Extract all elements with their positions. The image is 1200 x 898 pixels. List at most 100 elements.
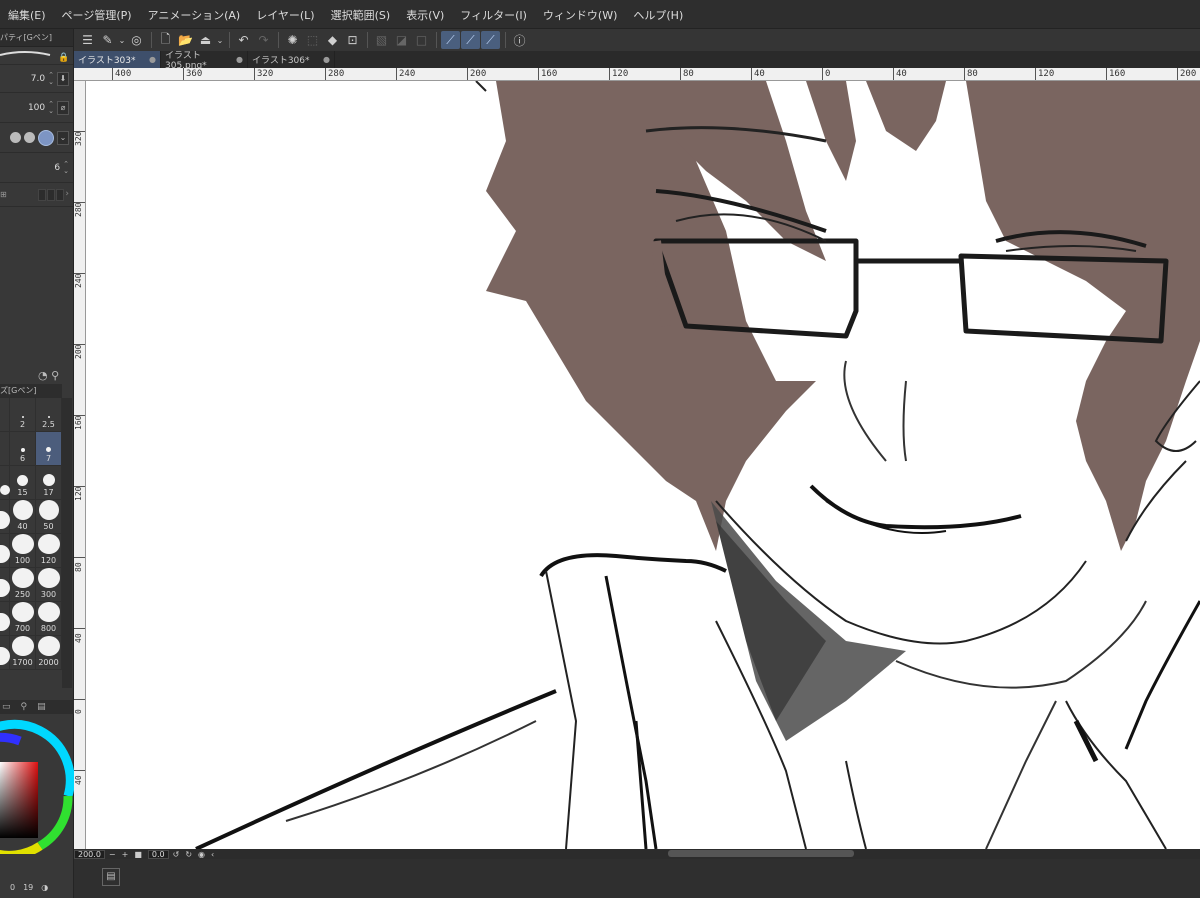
menu-bar: 編集(E) ページ管理(P) アニメーション(A) レイヤー(L) 選択範囲(S… (0, 0, 1200, 29)
color-mode-icon[interactable]: ◑ (41, 883, 48, 892)
color-value: 19 (23, 882, 34, 892)
brush-size-value[interactable]: 7.0 (31, 74, 45, 84)
opacity-row[interactable]: 100 ⌃ ⌄ ⌀ (0, 93, 73, 123)
close-icon[interactable]: ● (323, 55, 330, 64)
open-folder-icon[interactable]: 📂 (176, 31, 195, 49)
menu-selection[interactable]: 選択範囲(S) (323, 0, 399, 29)
menu-help[interactable]: ヘルプ(H) (625, 0, 691, 29)
brush-size-option[interactable]: 2.5 (36, 398, 62, 431)
opacity-value[interactable]: 100 (28, 103, 45, 113)
spinner-icon[interactable]: ⌃ ⌄ (48, 100, 54, 115)
spiral-icon[interactable]: ◎ (127, 31, 146, 49)
brush-size-option[interactable]: 300 (36, 568, 62, 601)
rotate-left-icon[interactable]: ↺ (173, 850, 180, 859)
stabilizer-1-icon[interactable]: ⟋ (441, 31, 460, 49)
menu-page-management[interactable]: ページ管理(P) (54, 0, 140, 29)
tab-illust-306[interactable]: イラスト306* ● (248, 51, 335, 68)
zoom-in-icon[interactable]: + (122, 850, 129, 859)
reset-rotation-icon[interactable]: ◉ (198, 850, 205, 859)
stabilizer-2-icon[interactable]: ⟋ (461, 31, 480, 49)
brush-panel-scrollbar[interactable] (62, 398, 72, 688)
brush-size-option[interactable]: 50 (36, 500, 62, 533)
tab-illust-305[interactable]: イラスト305.png* ● (161, 51, 248, 71)
loading-icon[interactable]: ✺ (283, 31, 302, 49)
stabilization-value[interactable]: 6 (54, 163, 60, 173)
zoom-field[interactable]: 200.0 (74, 849, 105, 859)
brush-size-option[interactable]: 250 (10, 568, 36, 601)
separator (367, 32, 368, 48)
crop-icon[interactable]: ⬚ (303, 31, 322, 49)
menu-layer[interactable]: レイヤー(L) (248, 0, 322, 29)
chevron-left-icon[interactable]: ‹ (211, 850, 214, 859)
opacity-pressure-icon[interactable]: ⌀ (57, 100, 69, 115)
antialias-low-icon[interactable] (24, 132, 35, 143)
close-icon[interactable]: ● (149, 55, 156, 64)
tab-label: イラスト306* (252, 56, 310, 66)
color-wheel-icon[interactable] (0, 716, 74, 854)
brush-size-option[interactable]: 2000 (36, 636, 62, 669)
chevron-down-icon[interactable]: ⌄ (216, 31, 224, 49)
chevron-down-icon[interactable]: ⌄ (57, 130, 69, 145)
brush-size-option[interactable]: 700 (10, 602, 36, 635)
pressure-icon[interactable]: ⬇ (57, 71, 69, 86)
menu-animation[interactable]: アニメーション(A) (140, 0, 249, 29)
brush-size-option[interactable]: 40 (10, 500, 36, 533)
brush-size-option[interactable]: 120 (36, 534, 62, 567)
help-icon[interactable]: ⓘ (510, 31, 529, 49)
drawing-canvas[interactable] (86, 81, 1200, 849)
settings-icon[interactable]: ◔ ⚲ (38, 369, 59, 382)
close-icon[interactable]: ● (236, 55, 243, 64)
antialias-medium-icon[interactable] (38, 129, 54, 146)
stabilizer-3-icon[interactable]: ⟋ (481, 31, 500, 49)
color-wheel[interactable] (0, 716, 74, 854)
brush-size-option[interactable]: 800 (36, 602, 62, 635)
brush-size-option[interactable]: 100 (10, 534, 36, 567)
fit-icon[interactable]: ■ (134, 850, 142, 859)
panel-toggle-icon[interactable]: ▤ (102, 868, 120, 886)
separator (278, 32, 279, 48)
tab-illust-303[interactable]: イラスト303* ● (74, 51, 161, 68)
redo-icon[interactable]: ↷ (254, 31, 273, 49)
spinner-icon[interactable]: ⌃ ⌄ (63, 160, 69, 175)
spinner-icon[interactable]: ⌃ ⌄ (48, 71, 54, 86)
transform-icon[interactable]: ⊡ (343, 31, 362, 49)
chevron-right-icon[interactable]: › (65, 189, 69, 201)
chevron-down-icon[interactable]: ⌄ (118, 31, 126, 49)
brush-size-option[interactable]: 2 (10, 398, 36, 431)
rotate-right-icon[interactable]: ↻ (185, 850, 192, 859)
color-tab-icon[interactable]: ⚲ (21, 702, 28, 712)
zoom-out-icon[interactable]: − (109, 850, 116, 859)
undo-icon[interactable]: ↶ (234, 31, 253, 49)
brush-size-option[interactable]: 1700 (10, 636, 36, 669)
antialias-row[interactable]: ⌄ (0, 123, 73, 153)
brush-size-row: 1700 2000 (0, 636, 62, 670)
brush-size-option[interactable]: 17 (36, 466, 62, 499)
menu-view[interactable]: 表示(V) (398, 0, 452, 29)
menu-window[interactable]: ウィンドウ(W) (535, 0, 625, 29)
edit-icon[interactable]: ✎ (98, 31, 117, 49)
save-icon[interactable]: ⏏ (196, 31, 215, 49)
layer-fill-icon[interactable]: ◪ (392, 31, 411, 49)
color-tab-icon[interactable]: ▭ (2, 702, 11, 712)
rotation-field[interactable]: 0.0 (147, 849, 169, 859)
brush-size-option-selected[interactable]: 7 (36, 432, 62, 465)
brush-size-row[interactable]: 7.0 ⌃ ⌄ ⬇ (0, 65, 73, 93)
layer-border-icon[interactable]: □ (412, 31, 431, 49)
stabilization-row[interactable]: 6 ⌃ ⌄ (0, 153, 73, 183)
menu-filter[interactable]: フィルター(I) (452, 0, 535, 29)
fill-icon[interactable]: ◆ (323, 31, 342, 49)
status-bar: 200.0 − + ■ 0.0 ↺ ↻ ◉ ‹ (74, 849, 1200, 859)
new-file-icon[interactable]: 🗋 (156, 31, 175, 49)
color-tab-icon[interactable]: ▤ (37, 702, 46, 712)
brush-size-option[interactable]: 6 (10, 432, 36, 465)
menu-edit[interactable]: 編集(E) (0, 0, 54, 29)
layer-mask-icon[interactable]: ▧ (372, 31, 391, 49)
brush-size-panel: ズ[Gペン] 2 2.5 6 7 15 17 40 50 100 120 250… (0, 384, 62, 670)
antialias-none-icon[interactable] (10, 132, 21, 143)
menu-icon[interactable]: ☰ (78, 31, 97, 49)
vector-row[interactable]: ⊞ › (0, 183, 73, 207)
brush-size-option[interactable]: 15 (10, 466, 36, 499)
vector-options[interactable]: › (38, 188, 69, 201)
horizontal-scrollbar[interactable] (668, 850, 854, 857)
antialias-options[interactable] (10, 129, 54, 146)
